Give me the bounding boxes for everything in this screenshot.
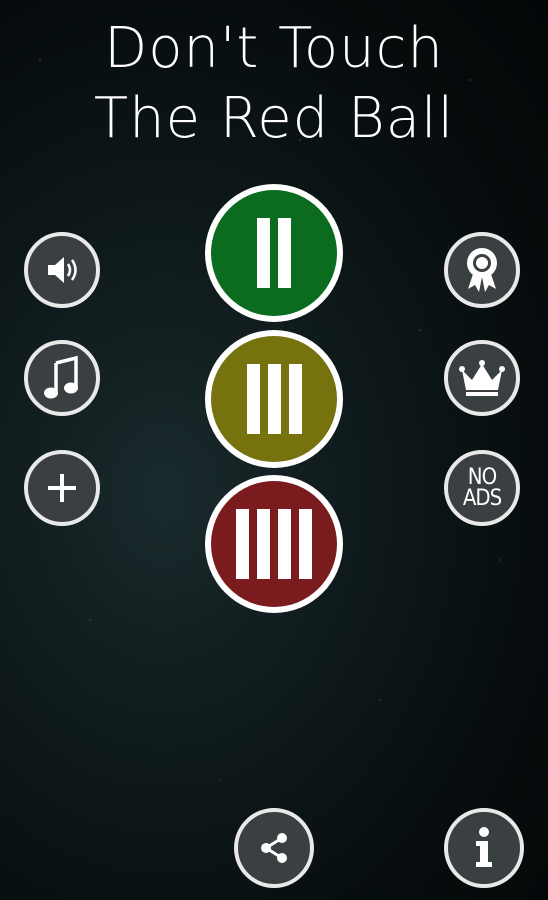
title-line-1: Don't Touch bbox=[104, 16, 444, 81]
share-icon bbox=[261, 833, 287, 863]
mode-bar bbox=[246, 364, 260, 434]
info-button[interactable] bbox=[444, 808, 524, 888]
sound-button[interactable] bbox=[24, 232, 100, 308]
mode-bar bbox=[299, 509, 312, 579]
mode-two-circle bbox=[211, 190, 337, 316]
award-ribbon-icon bbox=[467, 248, 497, 292]
mode-two-button[interactable] bbox=[205, 184, 343, 322]
leaderboard-button[interactable] bbox=[444, 340, 520, 416]
plus-icon bbox=[48, 474, 76, 502]
mode-bar bbox=[257, 218, 270, 288]
info-icon bbox=[476, 827, 492, 867]
mode-bar bbox=[278, 218, 291, 288]
mode-bar bbox=[267, 364, 281, 434]
no-ads-line-2: ADS bbox=[462, 486, 502, 511]
mode-bar bbox=[257, 509, 270, 579]
mode-four-circle bbox=[211, 481, 337, 607]
mode-bar bbox=[236, 509, 249, 579]
mode-three-button[interactable] bbox=[205, 330, 343, 468]
mode-bar bbox=[278, 509, 291, 579]
music-note-icon bbox=[44, 355, 78, 399]
more-games-button[interactable] bbox=[24, 450, 100, 526]
no-ads-button[interactable]: NO ADS bbox=[444, 450, 520, 526]
game-title: Don't Touch The Red Ball bbox=[0, 14, 548, 154]
achievements-button[interactable] bbox=[444, 232, 520, 308]
mode-four-button[interactable] bbox=[205, 475, 343, 613]
no-ads-line-1: NO bbox=[467, 465, 497, 490]
mode-three-circle bbox=[211, 336, 337, 462]
title-line-2: The Red Ball bbox=[93, 86, 455, 151]
mode-bar bbox=[288, 364, 302, 434]
no-ads-icon: NO ADS bbox=[462, 465, 502, 511]
share-button[interactable] bbox=[234, 808, 314, 888]
crown-icon bbox=[459, 360, 505, 396]
music-button[interactable] bbox=[24, 340, 100, 416]
speaker-icon bbox=[48, 257, 77, 283]
